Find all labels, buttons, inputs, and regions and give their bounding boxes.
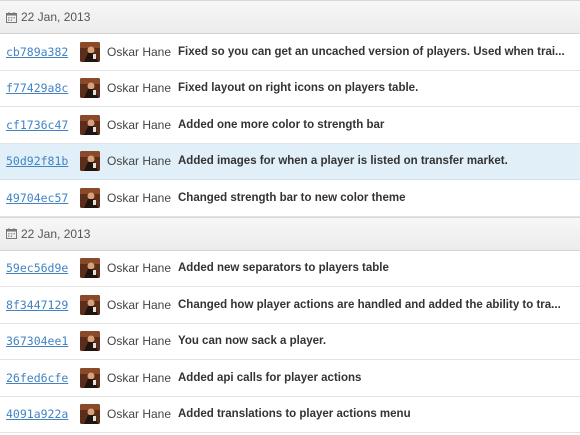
author-avatar (80, 151, 100, 172)
commit-sha-link[interactable]: 8f3447129 (6, 298, 80, 312)
commit-group: 22 Jan, 2013 cb789a382 Oskar Hane Fixed … (0, 0, 580, 217)
commit-message: Changed strength bar to new color theme (178, 191, 406, 204)
author-avatar (80, 78, 100, 99)
commit-message: Added api calls for player actions (178, 371, 362, 384)
calendar-icon (6, 11, 17, 23)
commit-author: Oskar Hane (107, 190, 172, 205)
author-avatar (80, 41, 100, 62)
commit-sha-link[interactable]: cb789a382 (6, 45, 80, 59)
group-date-header: 22 Jan, 2013 (0, 0, 580, 34)
commit-row[interactable]: 26fed6cfe Oskar Hane Added api calls for… (0, 360, 580, 397)
commit-group: 22 Jan, 2013 59ec56d9e Oskar Hane Added … (0, 216, 580, 433)
group-date-header: 22 Jan, 2013 (0, 216, 580, 251)
commit-author: Oskar Hane (107, 44, 172, 59)
commit-author: Oskar Hane (107, 297, 172, 312)
commit-sha-link[interactable]: 50d92f81b (6, 154, 80, 168)
commit-sha-link[interactable]: 49704ec57 (6, 191, 80, 205)
commit-message: Changed how player actions are handled a… (178, 298, 561, 311)
author-avatar (80, 331, 100, 352)
author-avatar (80, 114, 100, 135)
commit-row[interactable]: f77429a8c Oskar Hane Fixed layout on rig… (0, 70, 580, 107)
author-avatar (80, 367, 100, 388)
commit-message: Added images for when a player is listed… (178, 155, 508, 168)
group-date: 22 Jan, 2013 (21, 10, 91, 24)
commit-message: Fixed so you can get an uncached version… (178, 45, 565, 58)
commit-author: Oskar Hane (107, 370, 172, 385)
commit-message: Added new separators to players table (178, 262, 389, 275)
commit-row[interactable]: 59ec56d9e Oskar Hane Added new separator… (0, 250, 580, 287)
commit-author: Oskar Hane (107, 261, 172, 276)
commit-author: Oskar Hane (107, 334, 172, 349)
author-avatar (80, 187, 100, 208)
commit-message: Added one more color to strength bar (178, 118, 385, 131)
commit-author: Oskar Hane (107, 81, 172, 96)
commit-sha-link[interactable]: cf1736c47 (6, 118, 80, 132)
commit-sha-link[interactable]: f77429a8c (6, 81, 80, 95)
commit-author: Oskar Hane (107, 154, 172, 169)
commit-author: Oskar Hane (107, 407, 172, 422)
commit-sha-link[interactable]: 26fed6cfe (6, 371, 80, 385)
commit-message: Fixed layout on right icons on players t… (178, 82, 419, 95)
commit-row[interactable]: 49704ec57 Oskar Hane Changed strength ba… (0, 180, 580, 217)
commit-author: Oskar Hane (107, 117, 172, 132)
commit-sha-link[interactable]: 367304ee1 (6, 334, 80, 348)
group-date: 22 Jan, 2013 (21, 226, 91, 241)
commit-message: You can now sack a player. (178, 335, 327, 348)
author-avatar (80, 404, 100, 425)
commit-sha-link[interactable]: 4091a922a (6, 407, 80, 421)
commit-row[interactable]: 367304ee1 Oskar Hane You can now sack a … (0, 323, 580, 360)
author-avatar (80, 258, 100, 279)
commit-row[interactable]: 4091a922a Oskar Hane Added translations … (0, 396, 580, 433)
commit-row[interactable]: 8f3447129 Oskar Hane Changed how player … (0, 287, 580, 324)
author-avatar (80, 294, 100, 315)
commit-row-highlighted[interactable]: 50d92f81b Oskar Hane Added images for wh… (0, 143, 580, 180)
commit-row[interactable]: cb789a382 Oskar Hane Fixed so you can ge… (0, 34, 580, 71)
commit-row[interactable]: cf1736c47 Oskar Hane Added one more colo… (0, 107, 580, 144)
commit-message: Added translations to player actions men… (178, 408, 411, 421)
calendar-icon (6, 228, 17, 239)
commit-sha-link[interactable]: 59ec56d9e (6, 261, 80, 275)
